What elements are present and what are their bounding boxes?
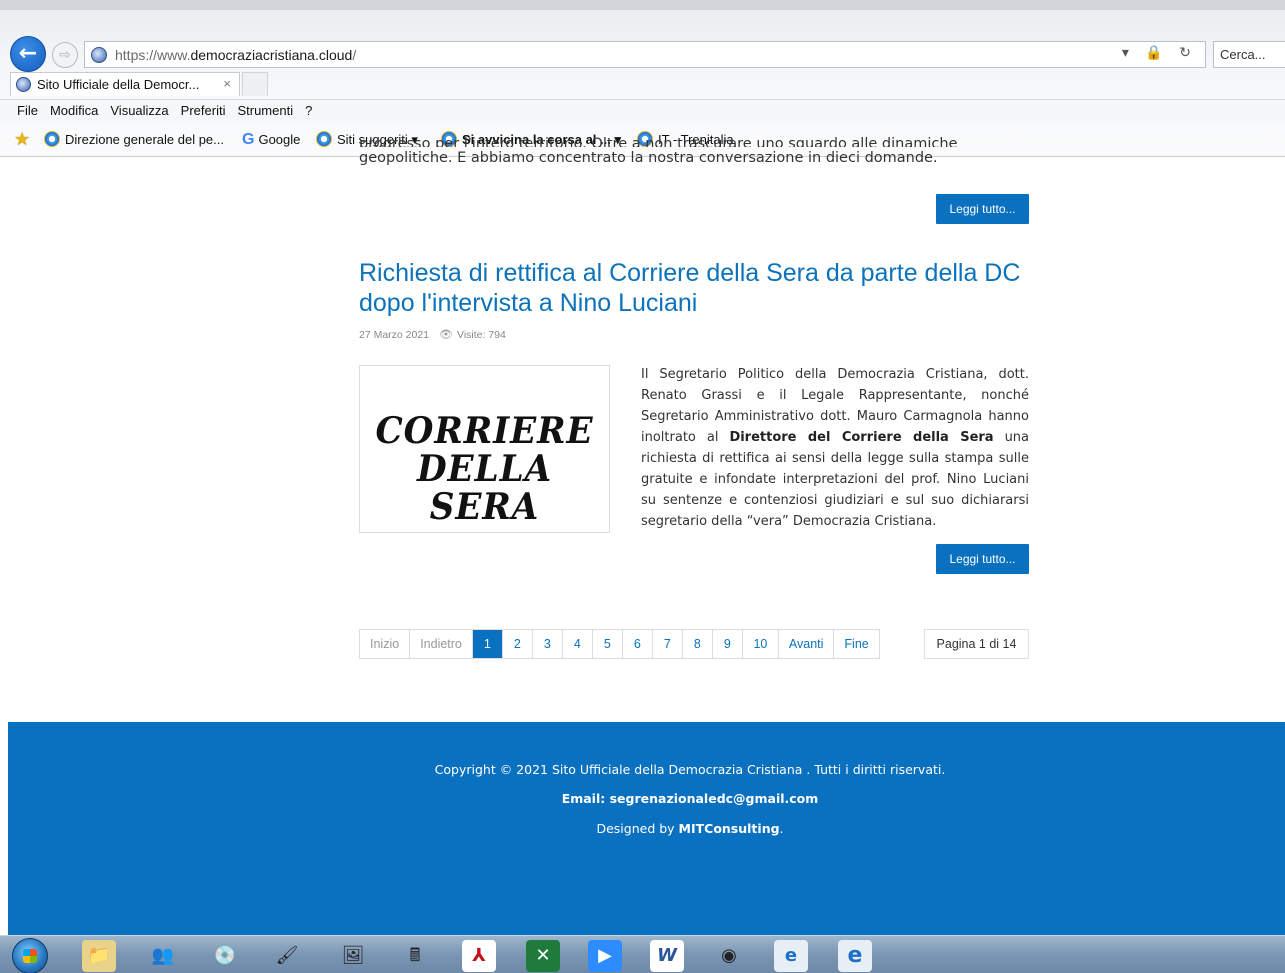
address-bar[interactable]: https://www.democraziacristiana.cloud/ ▾…	[84, 41, 1206, 68]
taskbar: 📁 👥 💿 🖌 🖼 🖩 ⅄ ✕ ▶ W ◉ e e	[0, 935, 1285, 973]
pagination-page-3[interactable]: 3	[532, 630, 563, 658]
ie-icon	[44, 131, 60, 147]
read-more-button[interactable]: Leggi tutto...	[936, 544, 1029, 574]
explorer-icon[interactable]: 📁	[82, 940, 116, 972]
arrow-left-icon: ←	[18, 41, 38, 66]
pagination-page-8[interactable]: 8	[682, 630, 713, 658]
site-favicon-icon	[91, 47, 107, 63]
pagination-page-7[interactable]: 7	[652, 630, 683, 658]
ie-icon[interactable]: e	[774, 940, 808, 972]
menu-visualizza[interactable]: Visualizza	[104, 100, 174, 118]
pagination-page-10[interactable]: 10	[742, 630, 779, 658]
pagination-page-4[interactable]: 4	[562, 630, 593, 658]
page-counter: Pagina 1 di 14	[924, 629, 1029, 659]
back-button[interactable]: ←	[10, 36, 46, 72]
favorites-star-icon[interactable]: ★	[14, 129, 30, 150]
arrow-right-icon: ⇨	[59, 47, 71, 63]
tab-favicon-icon	[16, 77, 31, 92]
address-row: ← ⇨ https://www.democraziacristiana.clou…	[8, 34, 1285, 74]
google-icon: G	[242, 131, 255, 148]
pagination-end[interactable]: Fine	[834, 630, 879, 658]
search-placeholder: Cerca...	[1220, 47, 1266, 62]
article-date: 27 Marzo 2021	[359, 329, 430, 341]
tab-row: Sito Ufficiale della Democr... ×	[8, 72, 1285, 96]
footer-copyright: Copyright © 2021 Sito Ufficiale della De…	[434, 762, 946, 777]
menu-preferiti[interactable]: Preferiti	[175, 100, 232, 118]
pagination-page-1[interactable]: 1	[472, 630, 503, 658]
pagination-start: Inizio	[360, 630, 411, 658]
pagination-next[interactable]: Avanti	[778, 630, 835, 658]
pagination-page-9[interactable]: 9	[712, 630, 743, 658]
pagination: Inizio Indietro 1 2 3 4 5 6 7 8 9 10 Ava…	[359, 629, 880, 659]
calculator-icon[interactable]: 🖩	[398, 940, 432, 972]
pagination-prev: Indietro	[410, 630, 473, 658]
designed-suffix: .	[779, 821, 784, 836]
menu-modifica[interactable]: Modifica	[44, 100, 104, 118]
menu-strumenti[interactable]: Strumenti	[231, 100, 299, 118]
article-title[interactable]: Richiesta di rettifica al Corriere della…	[359, 258, 1039, 318]
paint-icon[interactable]: 🖌	[270, 940, 304, 972]
pagination-page-5[interactable]: 5	[592, 630, 623, 658]
article-body-bold: Direttore del Corriere della Sera	[729, 430, 994, 445]
word-icon[interactable]: W	[650, 940, 684, 972]
previous-article-last-line: geopolitiche. E abbiamo concentrato la n…	[359, 150, 938, 166]
ie-icon[interactable]: e	[838, 940, 872, 972]
favorite-direzione[interactable]: Direzione generale del pe...	[44, 131, 224, 147]
article-meta: 27 Marzo 2021 👁 Visite: 794	[359, 328, 506, 341]
tab-active[interactable]: Sito Ufficiale della Democr... ×	[10, 72, 240, 96]
users-icon[interactable]: 👥	[146, 940, 180, 972]
url-prefix: https://www.	[115, 47, 191, 63]
designed-prefix: Designed by	[596, 821, 679, 836]
forward-button[interactable]: ⇨	[52, 42, 78, 68]
new-tab-button[interactable]	[242, 72, 268, 96]
chrome-icon[interactable]: ◉	[712, 940, 746, 972]
tab-title: Sito Ufficiale della Democr...	[37, 77, 200, 92]
favorite-google[interactable]: G Google	[242, 131, 300, 149]
favorite-label: Direzione generale del pe...	[65, 132, 224, 147]
footer-designed-by: Designed by MITConsulting.	[240, 821, 1140, 836]
read-more-button-previous[interactable]: Leggi tutto...	[936, 194, 1029, 224]
start-button[interactable]	[12, 938, 48, 973]
zoom-icon[interactable]: ▶	[588, 940, 622, 972]
logo-line-1: CORRIERE	[375, 410, 594, 452]
previous-article-excerpt: progresso per l'intero territorio. Oltre…	[359, 136, 1029, 170]
corriere-logo: CORRIERE DELLA SERA	[366, 412, 603, 526]
excel-icon[interactable]: ✕	[526, 940, 560, 972]
eye-icon: 👁	[439, 329, 454, 341]
previous-article-cut-line: progresso per l'intero territorio. Oltre…	[359, 136, 958, 147]
site-footer: Copyright © 2021 Sito Ufficiale della De…	[8, 722, 1285, 935]
logo-line-2: DELLA SERA	[416, 448, 553, 528]
disc-icon[interactable]: 💿	[208, 940, 242, 972]
close-icon[interactable]: ×	[223, 76, 231, 91]
address-tools[interactable]: ▾ 🔒 ↻	[1122, 45, 1197, 61]
search-input[interactable]: Cerca...	[1213, 41, 1285, 68]
title-bar	[0, 0, 1285, 10]
menu-file[interactable]: File	[0, 100, 44, 118]
photo-icon[interactable]: 🖼	[336, 940, 370, 972]
menu-help[interactable]: ?	[299, 100, 318, 118]
footer-email[interactable]: Email: segrenazionaledc@gmail.com	[240, 791, 1140, 806]
acrobat-icon[interactable]: ⅄	[462, 940, 496, 972]
menu-bar: File Modifica Visualizza Preferiti Strumenti…	[0, 99, 1285, 121]
favorite-label: Google	[258, 132, 301, 147]
url-suffix: /	[352, 47, 357, 63]
article-body: Il Segretario Politico della Democrazia …	[641, 364, 1029, 532]
url-domain: democraziacristiana.cloud	[190, 47, 353, 63]
article-image[interactable]: CORRIERE DELLA SERA	[359, 365, 610, 533]
designed-link[interactable]: MITConsulting	[679, 821, 780, 836]
pagination-page-6[interactable]: 6	[622, 630, 653, 658]
pagination-page-2[interactable]: 2	[502, 630, 533, 658]
url-text[interactable]: https://www.democraziacristiana.cloud/	[115, 47, 356, 63]
ie-icon	[316, 131, 332, 147]
article-visits: Visite: 794	[457, 329, 506, 341]
